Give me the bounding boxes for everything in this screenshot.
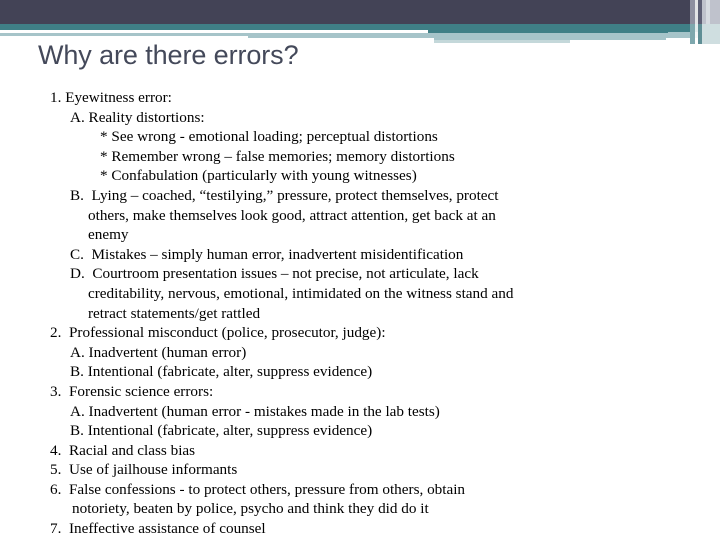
- slide-title: Why are there errors?: [38, 40, 299, 70]
- header-notch-left-upper: [0, 30, 428, 33]
- outline-line: 3. Forensic science errors:: [50, 382, 214, 400]
- header-vertical-stripe-lower-3: [702, 24, 720, 44]
- header-vertical-stripe-lower-1: [690, 24, 695, 44]
- outline-line: 6. False confessions - to protect others…: [50, 480, 466, 498]
- outline-line: D. Courtroom presentation issues – not p…: [70, 265, 479, 283]
- header-rule-teal-right: [428, 30, 668, 33]
- outline-line: A. Reality distortions:: [70, 108, 205, 126]
- outline-line: B. Intentional (fabricate, alter, suppre…: [70, 422, 373, 440]
- slide: Why are there errors? 1. Eyewitness erro…: [0, 0, 720, 540]
- outline-line: B. Intentional (fabricate, alter, suppre…: [70, 363, 373, 381]
- outline-line: * Remember wrong – false memories; memor…: [100, 147, 455, 165]
- outline-line: A. Inadvertent (human error - mistakes m…: [70, 402, 440, 420]
- outline-line: 5. Use of jailhouse informants: [50, 461, 238, 479]
- outline-line: * Confabulation (particularly with young…: [100, 167, 417, 185]
- outline-line: 4. Racial and class bias: [50, 441, 196, 459]
- outline-line: creditability, nervous, emotional, intim…: [88, 284, 514, 302]
- outline-line: C. Mistakes – simply human error, inadve…: [70, 245, 464, 263]
- outline-line: 1. Eyewitness error:: [50, 89, 172, 106]
- outline-line: retract statements/get rattled: [88, 304, 261, 322]
- outline-line: B. Lying – coached, “testilying,” pressu…: [70, 186, 499, 204]
- outline-line: A. Inadvertent (human error): [70, 343, 247, 361]
- header-band-navy: [0, 0, 720, 24]
- outline-line: notoriety, beaten by police, psycho and …: [72, 500, 429, 518]
- outline-line: others, make themselves look good, attra…: [88, 206, 496, 224]
- header-rule-pale-right: [434, 40, 570, 43]
- outline-line: * See wrong - emotional loading; percept…: [100, 128, 438, 146]
- slide-body-outline: 1. Eyewitness error: A. Reality distortio…: [0, 88, 720, 539]
- outline-line: enemy: [88, 226, 129, 244]
- outline-line: 2. Professional misconduct (police, pros…: [50, 324, 386, 342]
- outline-line: 7. Ineffective assistance of counsel: [50, 520, 266, 538]
